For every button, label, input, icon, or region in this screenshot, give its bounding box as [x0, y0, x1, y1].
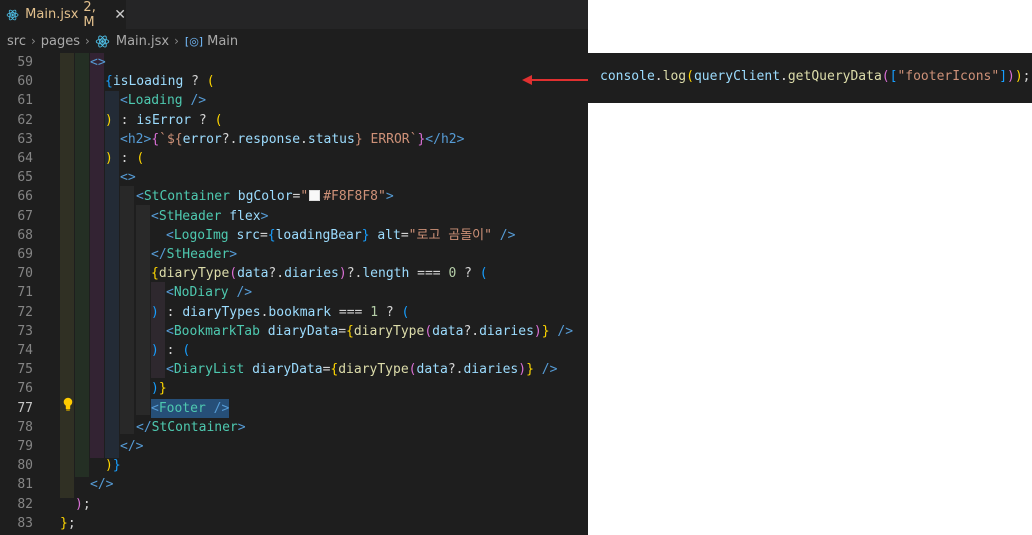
line-number: 59	[17, 55, 33, 70]
code-line: 64) : (	[0, 149, 588, 168]
code-line: 67 <StHeader flex>	[0, 207, 588, 226]
tab-modified-status: 2, M	[83, 0, 96, 30]
code-line: 78 </StContainer>	[0, 418, 588, 437]
selected-footer[interactable]: <Footer />	[151, 398, 230, 418]
line-number: 78	[17, 419, 33, 435]
line-number: 75	[17, 362, 33, 378]
line-number: 60	[17, 74, 33, 90]
line-number: 76	[17, 381, 33, 397]
code-lines[interactable]: 59 <> 60 {isLoading ? ( 61 <Loading /> 62) …	[0, 53, 588, 535]
line-number: 61	[17, 93, 33, 109]
code-line: 65 <>	[0, 168, 588, 187]
color-swatch[interactable]	[309, 190, 321, 202]
breadcrumb: src › pages › Main.jsx › [◎] Main	[0, 29, 588, 53]
console-snippet-panel: console.log(queryClient.getQueryData(["f…	[588, 53, 1032, 103]
code-line: 61 <Loading />	[0, 91, 588, 110]
line-number: 67	[17, 208, 33, 224]
tab-bar: Main.jsx 2, M ✕	[0, 0, 588, 30]
line-number: 72	[17, 304, 33, 320]
line-number: 68	[17, 227, 33, 243]
tab-file-name: Main.jsx	[25, 7, 79, 22]
line-number: 63	[17, 131, 33, 147]
chevron-right-icon: ›	[30, 34, 36, 48]
line-number: 65	[17, 170, 33, 186]
code-line: 74) : (	[0, 341, 588, 360]
line-number: 73	[17, 323, 33, 339]
symbol-variable-icon: [◎]	[184, 34, 204, 48]
line-number: 69	[17, 247, 33, 262]
code-line: 59 <>	[0, 53, 588, 72]
code-line: 71 <NoDiary />	[0, 283, 588, 302]
code-line: 63 <h2>{`${error?.response.status} ERROR`…	[0, 130, 588, 149]
code-line: 82);	[0, 495, 588, 514]
line-number: 70	[17, 266, 33, 282]
breadcrumb-symbol[interactable]: Main	[207, 34, 238, 49]
breadcrumb-src[interactable]: src	[7, 34, 26, 49]
code-line: 60 {isLoading ? (	[0, 72, 588, 91]
react-icon	[95, 35, 110, 47]
code-line: 80)}	[0, 456, 588, 475]
line-number: 62	[17, 112, 33, 128]
chevron-right-icon: ›	[85, 34, 90, 48]
code-line: 73 <BookmarkTab diaryData={diaryType(data…	[0, 322, 588, 341]
line-number: 79	[17, 439, 33, 454]
line-number: 77	[17, 400, 33, 416]
line-number: 83	[17, 515, 33, 531]
line-number: 64	[17, 151, 33, 166]
line-number: 66	[17, 189, 33, 205]
code-line: 81 </>	[0, 475, 588, 494]
react-icon	[6, 9, 19, 20]
code-editor[interactable]: Main.jsx 2, M ✕ src › pages › Main.jsx ›…	[0, 0, 588, 535]
close-icon[interactable]: ✕	[114, 7, 126, 23]
code-line: 69 </StHeader>	[0, 245, 588, 264]
code-line: 76)}	[0, 379, 588, 398]
code-line: 66 <StContainer bgColor=" #F8F8F8">	[0, 187, 588, 206]
code-line: 83};	[0, 514, 588, 533]
line-number: 80	[17, 458, 33, 474]
breadcrumb-pages[interactable]: pages	[41, 34, 80, 49]
line-number: 74	[17, 343, 33, 358]
code-line: 79 </>	[0, 437, 588, 456]
code-line: 68 <LogoImg src={loadingBear} alt="로고 곰돌이…	[0, 226, 588, 245]
line-number: 82	[17, 496, 33, 512]
tab-main-jsx[interactable]: Main.jsx 2, M ✕	[0, 0, 126, 30]
console-log-code: console.log(queryClient.getQueryData(["f…	[600, 69, 1031, 84]
line-number: 81	[17, 477, 33, 493]
breadcrumb-file[interactable]: Main.jsx	[116, 34, 169, 49]
arrow-left-icon	[522, 75, 588, 85]
code-line: 72) : diaryTypes.bookmark === 1 ? (	[0, 303, 588, 322]
code-line: 77 <Footer />	[0, 398, 588, 418]
chevron-right-icon: ›	[174, 34, 179, 48]
line-number: 71	[17, 285, 33, 301]
code-line: 75 <DiaryList diaryData={diaryType(data?.…	[0, 360, 588, 379]
code-line: 70 {diaryType(data?.diaries)?.length === …	[0, 264, 588, 283]
code-line: 62) : isError ? (	[0, 111, 588, 130]
